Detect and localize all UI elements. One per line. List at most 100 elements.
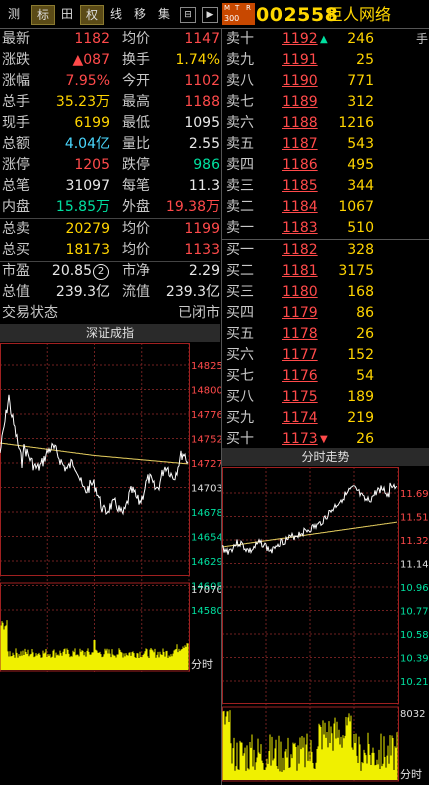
tool-button-move[interactable]: 移 <box>130 5 150 23</box>
panel-cut-label: 手 <box>416 32 429 46</box>
quote-label: 最高 <box>122 94 150 110</box>
quote-value: 20.85 <box>51 263 92 279</box>
quote-value: 15.85万 <box>55 199 110 215</box>
mtr-t: T <box>235 4 240 12</box>
tool-button-set[interactable]: 集 <box>154 5 174 23</box>
quote-label: 总笔 <box>2 178 30 194</box>
order-label: 买一 <box>226 242 254 258</box>
tool-button-line[interactable]: 线 <box>106 5 126 23</box>
stock-chart[interactable]: 11.69 11.51 11.32 11.14 10.96 10.77 10.58 10.39… <box>222 467 429 785</box>
volume-top-tick: 8032 <box>400 709 425 720</box>
index-chart[interactable]: 14825 14800 14776 14752 14727 14703 14678 14654… <box>0 343 221 673</box>
order-label: 买七 <box>226 368 254 384</box>
order-price: 1189 <box>282 94 318 110</box>
index-chart-title[interactable]: 深证成指 <box>0 324 220 342</box>
bid-ask-divider <box>222 239 429 240</box>
order-qty: 152 <box>347 347 374 363</box>
quote-label: 换手 <box>122 52 150 68</box>
quote-label: 总值 <box>2 284 30 300</box>
window-icon[interactable]: ⊟ <box>180 7 196 23</box>
stock-name: 巨人网络 <box>327 5 392 24</box>
price-tick: 14629 <box>191 557 221 568</box>
quote-row-limit: 涨停 1205 跌停 986 <box>0 155 220 176</box>
bid-row[interactable]: 买五 1178 26 <box>226 324 376 345</box>
order-label: 卖五 <box>226 136 254 152</box>
order-label: 买三 <box>226 284 254 300</box>
quote-value: 1.74% <box>175 52 220 68</box>
order-qty: 86 <box>356 305 374 321</box>
bid-row[interactable]: 买十 1173 ▼ 26 <box>226 429 376 450</box>
order-price: 1178 <box>282 326 318 342</box>
order-label: 卖四 <box>226 157 254 173</box>
tool-button-test[interactable]: 测 <box>2 5 26 23</box>
order-mark-icon: ▲ <box>320 34 328 45</box>
ask-row[interactable]: 卖六 1188 1216 <box>226 113 376 134</box>
quote-value: 11.3 <box>188 178 220 194</box>
order-qty: 54 <box>356 368 374 384</box>
ask-row[interactable]: 卖二 1184 1067 <box>226 197 376 218</box>
quote-row-inner-outer: 内盘 15.85万 外盘 19.38万 <box>0 197 220 218</box>
mtr-r: R <box>246 4 251 12</box>
ask-row[interactable]: 卖八 1190 771 <box>226 71 376 92</box>
quote-row-status: 交易状态 已闭市 <box>0 303 220 324</box>
quote-label: 均价 <box>122 242 150 258</box>
bid-row[interactable]: 买六 1177 152 <box>226 345 376 366</box>
price-tick: 14776 <box>191 410 221 421</box>
quote-label: 总买 <box>2 242 30 258</box>
quote-label: 内盘 <box>2 199 30 215</box>
quote-value: 31097 <box>65 178 110 194</box>
quote-value: 1182 <box>74 31 110 47</box>
bid-row[interactable]: 买一 1182 328 <box>226 240 376 261</box>
order-mark-icon: ▼ <box>320 434 328 445</box>
quote-label: 均价 <box>122 221 150 237</box>
order-qty: 219 <box>347 410 374 426</box>
tool-button-mark[interactable]: 标 <box>31 5 55 25</box>
bid-row[interactable]: 买三 1180 168 <box>226 282 376 303</box>
order-qty: 312 <box>347 94 374 110</box>
ask-row[interactable]: 卖十 1192 ▲ 246 <box>226 29 376 50</box>
quote-label: 均价 <box>122 31 150 47</box>
bid-row[interactable]: 买八 1175 189 <box>226 387 376 408</box>
quote-label: 总额 <box>2 136 30 152</box>
bid-row[interactable]: 买九 1174 219 <box>226 408 376 429</box>
order-label: 卖三 <box>226 178 254 194</box>
price-tick: 14825 <box>191 361 221 372</box>
ask-row[interactable]: 卖九 1191 25 <box>226 50 376 71</box>
tool-button-grid[interactable]: 田 <box>57 5 77 23</box>
quote-value: 1095 <box>184 115 220 131</box>
order-price: 1176 <box>282 368 318 384</box>
ask-row[interactable]: 卖七 1189 312 <box>226 92 376 113</box>
stock-chart-title[interactable]: 分时走势 <box>222 448 429 466</box>
quote-label: 总卖 <box>2 221 30 237</box>
bid-row[interactable]: 买二 1181 3175 <box>226 261 376 282</box>
order-qty: 344 <box>347 178 374 194</box>
quote-row-total-vol: 总手 35.23万 最高 1188 <box>0 92 220 113</box>
quote-value: 4.04亿 <box>64 136 110 152</box>
order-price: 1177 <box>282 347 318 363</box>
bid-row[interactable]: 买七 1176 54 <box>226 366 376 387</box>
order-qty: 1216 <box>338 115 374 131</box>
order-qty: 25 <box>356 52 374 68</box>
quote-value: ▲087 <box>72 52 111 68</box>
quote-row-amount: 总额 4.04亿 量比 2.55 <box>0 134 220 155</box>
price-tick: 14678 <box>191 508 221 519</box>
ask-row[interactable]: 卖五 1187 543 <box>226 134 376 155</box>
order-price: 1188 <box>282 115 318 131</box>
tool-button-rights[interactable]: 权 <box>80 5 104 25</box>
ask-row[interactable]: 卖三 1185 344 <box>226 176 376 197</box>
quote-value: 239.3亿 <box>55 284 110 300</box>
order-price: 1180 <box>282 284 318 300</box>
ask-row[interactable]: 卖一 1183 510 <box>226 218 376 239</box>
play-icon[interactable]: ▶ <box>202 7 218 23</box>
quote-label: 最新 <box>2 31 30 47</box>
quote-value: 1102 <box>184 73 220 89</box>
toolbar: 测 标 田 权 线 移 集 ⊟ ▶ M T R 300 002558 巨人网络 <box>0 0 429 28</box>
price-tick: 14800 <box>191 386 221 397</box>
order-qty: 495 <box>347 157 374 173</box>
order-price: 1174 <box>282 410 318 426</box>
bid-row[interactable]: 买四 1179 86 <box>226 303 376 324</box>
price-tick: 11.14 <box>400 560 429 571</box>
ask-row[interactable]: 卖四 1186 495 <box>226 155 376 176</box>
quote-value: 18173 <box>65 242 110 258</box>
quote-label: 每笔 <box>122 178 150 194</box>
